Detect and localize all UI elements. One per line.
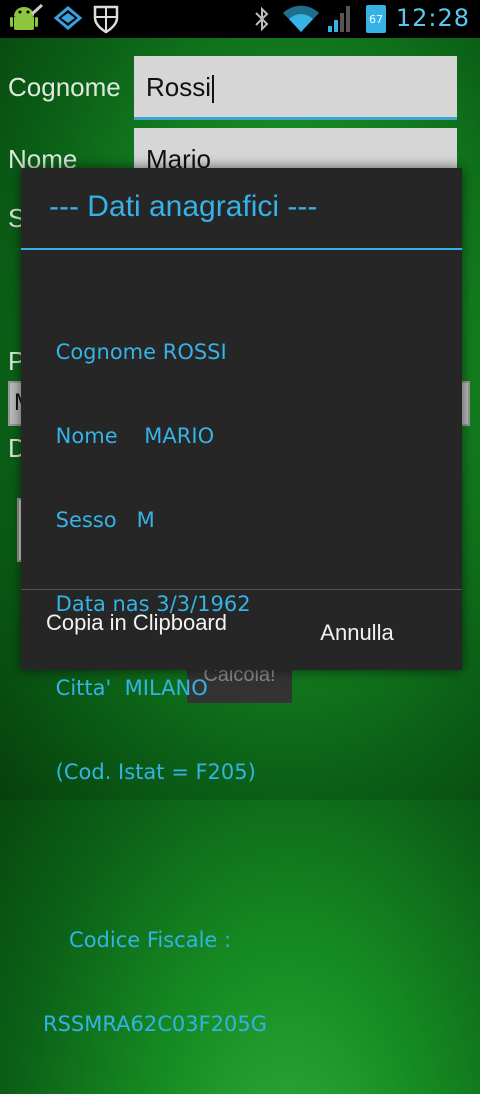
text-caret — [212, 75, 215, 104]
dialog-title-divider — [21, 248, 462, 250]
copy-button-label: Copia in Clipboard — [46, 610, 227, 635]
wifi-icon — [283, 5, 319, 32]
bluetooth-icon — [255, 6, 269, 32]
copy-to-clipboard-button[interactable]: Copia in Clipboard — [21, 591, 252, 670]
battery-level: 67 — [369, 13, 383, 26]
message-line-codice-fiscale-value: RSSMRA62C03F205G — [43, 1012, 268, 1036]
cognome-input[interactable]: Rossi — [134, 56, 457, 120]
signal-icon — [328, 6, 350, 32]
message-line-cognome: Cognome ROSSI — [49, 340, 227, 364]
status-clock: 12:28 — [395, 4, 470, 32]
message-line-blank — [49, 842, 267, 870]
battery-icon: 67 — [366, 5, 386, 33]
shield-icon — [93, 5, 119, 34]
android-debug-icon — [10, 4, 44, 30]
dati-anagrafici-dialog: --- Dati anagrafici --- Cognome ROSSI No… — [21, 168, 462, 1036]
cognome-label: Cognome — [8, 72, 121, 102]
dialog-buttons-divider — [21, 589, 462, 590]
status-bar: 67 12:28 — [0, 0, 480, 38]
cognome-value: Rossi — [146, 72, 212, 102]
cancel-button[interactable]: Annulla — [252, 591, 462, 670]
message-line-codice-fiscale-label: Codice Fiscale : — [49, 928, 232, 952]
dialog-message: Cognome ROSSI Nome MARIO Sesso M Data na… — [43, 282, 267, 1094]
message-line-citta: Citta' MILANO — [49, 676, 208, 700]
message-line-sesso: Sesso M — [49, 508, 155, 532]
dialog-title: --- Dati anagrafici --- — [49, 190, 318, 223]
cancel-button-label: Annulla — [320, 620, 394, 645]
message-line-cod-istat: (Cod. Istat = F205) — [49, 760, 256, 784]
dropbox-icon — [54, 6, 82, 30]
message-line-nome: Nome MARIO — [49, 424, 215, 448]
